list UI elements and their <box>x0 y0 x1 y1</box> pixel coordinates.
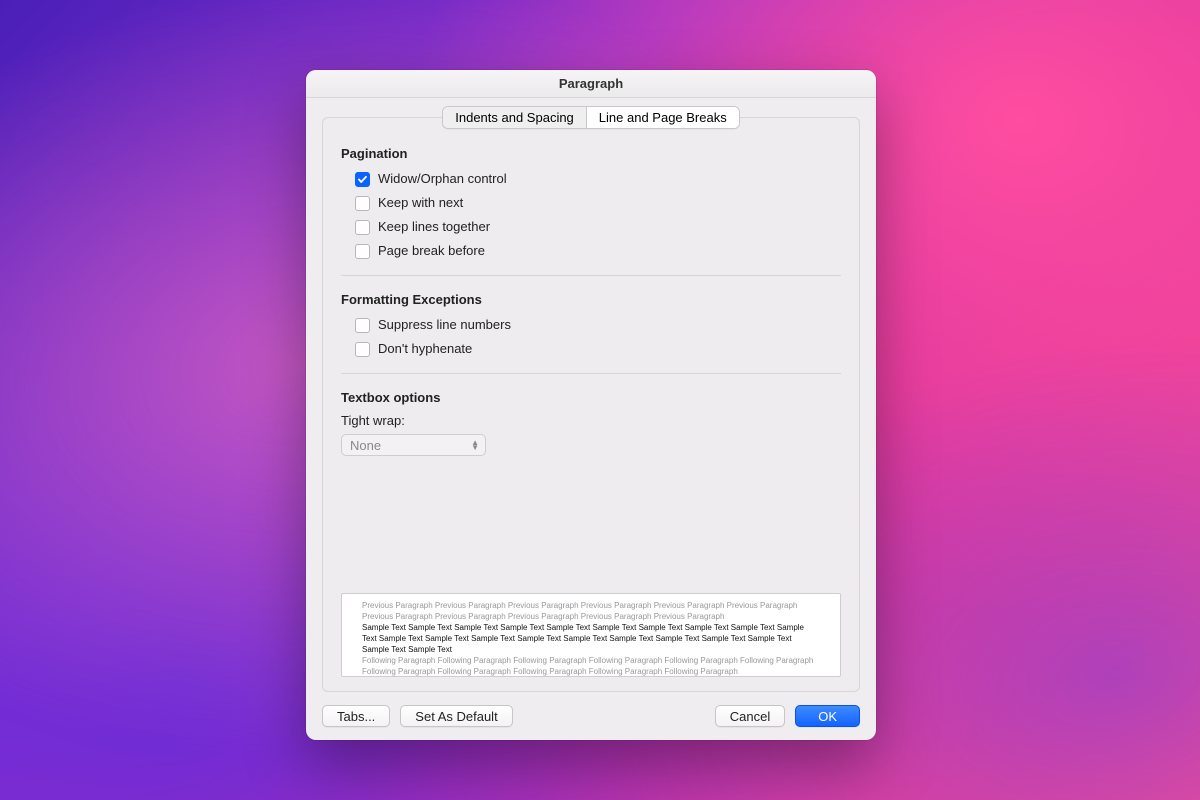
divider-1 <box>341 275 841 276</box>
option-dont-hyphenate[interactable]: Don't hyphenate <box>341 337 841 361</box>
paragraph-preview: Previous Paragraph Previous Paragraph Pr… <box>341 593 841 677</box>
label-keep-lines-together: Keep lines together <box>378 217 490 237</box>
option-widow-orphan[interactable]: Widow/Orphan control <box>341 167 841 191</box>
segmented-control: Indents and Spacing Line and Page Breaks <box>442 106 739 129</box>
preview-sample-text: Sample Text Sample Text Sample Text Samp… <box>362 622 820 655</box>
label-suppress-line-numbers: Suppress line numbers <box>378 315 511 335</box>
dialog-footer: Tabs... Set As Default Cancel OK <box>306 692 876 740</box>
ok-button[interactable]: OK <box>795 705 860 727</box>
desktop-wallpaper: Paragraph Indents and Spacing Line and P… <box>0 0 1200 800</box>
cancel-button[interactable]: Cancel <box>715 705 785 727</box>
option-keep-with-next[interactable]: Keep with next <box>341 191 841 215</box>
tight-wrap-label: Tight wrap: <box>341 411 841 434</box>
tab-panel: Pagination Widow/Orphan control Keep wit… <box>322 117 860 692</box>
preview-following-text: Following Paragraph Following Paragraph … <box>362 655 820 677</box>
tab-line-and-page-breaks[interactable]: Line and Page Breaks <box>586 107 739 128</box>
tab-indents-and-spacing[interactable]: Indents and Spacing <box>443 107 586 128</box>
dialog-title: Paragraph <box>306 70 876 98</box>
option-page-break-before[interactable]: Page break before <box>341 239 841 263</box>
tight-wrap-value: None <box>350 438 381 453</box>
option-keep-lines-together[interactable]: Keep lines together <box>341 215 841 239</box>
chevron-updown-icon: ▲▼ <box>471 440 479 450</box>
checkbox-dont-hyphenate[interactable] <box>355 342 370 357</box>
label-page-break-before: Page break before <box>378 241 485 261</box>
label-keep-with-next: Keep with next <box>378 193 463 213</box>
dialog-body: Indents and Spacing Line and Page Breaks… <box>306 98 876 692</box>
pagination-heading: Pagination <box>341 146 841 161</box>
checkbox-keep-with-next[interactable] <box>355 196 370 211</box>
formatting-exceptions-heading: Formatting Exceptions <box>341 292 841 307</box>
preview-previous-text: Previous Paragraph Previous Paragraph Pr… <box>362 600 820 622</box>
label-dont-hyphenate: Don't hyphenate <box>378 339 472 359</box>
paragraph-dialog: Paragraph Indents and Spacing Line and P… <box>306 70 876 740</box>
label-widow-orphan: Widow/Orphan control <box>378 169 507 189</box>
tab-bar: Indents and Spacing Line and Page Breaks <box>322 106 860 129</box>
textbox-options-heading: Textbox options <box>341 390 841 405</box>
option-suppress-line-numbers[interactable]: Suppress line numbers <box>341 313 841 337</box>
checkbox-keep-lines-together[interactable] <box>355 220 370 235</box>
checkbox-widow-orphan[interactable] <box>355 172 370 187</box>
tight-wrap-select[interactable]: None ▲▼ <box>341 434 486 456</box>
set-as-default-button[interactable]: Set As Default <box>400 705 512 727</box>
checkbox-suppress-line-numbers[interactable] <box>355 318 370 333</box>
preview-container: Previous Paragraph Previous Paragraph Pr… <box>341 593 841 677</box>
divider-2 <box>341 373 841 374</box>
tabs-button[interactable]: Tabs... <box>322 705 390 727</box>
checkbox-page-break-before[interactable] <box>355 244 370 259</box>
